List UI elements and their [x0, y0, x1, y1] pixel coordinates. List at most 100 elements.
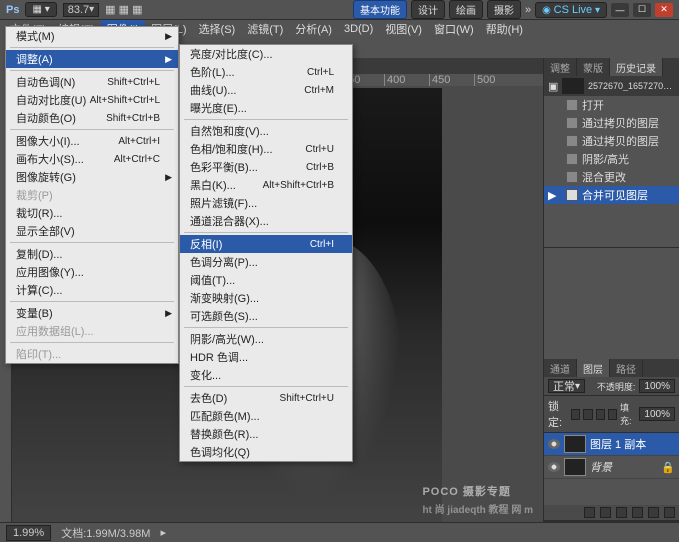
ps-logo: Ps [6, 4, 19, 16]
lock-pixel-icon[interactable] [583, 409, 592, 420]
blend-mode-select[interactable]: 正常 ▾ [548, 379, 585, 393]
mi-auto-contrast[interactable]: 自动对比度(U)Alt+Shift+Ctrl+L [6, 91, 178, 109]
ma-shadows[interactable]: 阴影/高光(W)... [180, 330, 352, 348]
ma-threshold[interactable]: 阈值(T)... [180, 271, 352, 289]
mi-duplicate[interactable]: 复制(D)... [6, 245, 178, 263]
status-arrow-icon[interactable]: ▸ [160, 526, 166, 539]
mi-canvas-size[interactable]: 画布大小(S)...Alt+Ctrl+C [6, 150, 178, 168]
mi-image-size[interactable]: 图像大小(I)...Alt+Ctrl+I [6, 132, 178, 150]
group-icon[interactable] [632, 507, 643, 518]
eye-icon[interactable] [548, 439, 560, 449]
trash-icon[interactable] [664, 507, 675, 518]
mi-crop[interactable]: 裁剪(P) [6, 186, 178, 204]
workspace-basic[interactable]: 基本功能 [353, 0, 407, 19]
lock-all-icon[interactable] [608, 409, 617, 420]
history-item[interactable]: 通过拷贝的图层 [544, 114, 679, 132]
layer-row[interactable]: 图层 1 副本 [544, 433, 679, 456]
ma-bw[interactable]: 黑白(K)...Alt+Shift+Ctrl+B [180, 176, 352, 194]
ma-channel-mixer[interactable]: 通道混合器(X)... [180, 212, 352, 230]
menu-analysis[interactable]: 分析(A) [289, 19, 338, 39]
workspace-paint[interactable]: 绘画 [449, 0, 483, 19]
mi-reveal-all[interactable]: 显示全部(V) [6, 222, 178, 240]
mi-calculations[interactable]: 计算(C)... [6, 281, 178, 299]
tab-paths[interactable]: 路径 [610, 359, 643, 377]
ma-equalize[interactable]: 色调均化(Q) [180, 443, 352, 461]
opacity-field[interactable]: 100% [639, 379, 675, 393]
ma-gradient-map[interactable]: 渐变映射(G)... [180, 289, 352, 307]
layer-copy-icon [566, 135, 578, 147]
mi-auto-tone[interactable]: 自动色调(N)Shift+Ctrl+L [6, 73, 178, 91]
ma-photo-filter[interactable]: 照片滤镜(F)... [180, 194, 352, 212]
ma-replace[interactable]: 替换颜色(R)... [180, 425, 352, 443]
mi-image-rotate[interactable]: 图像旋转(G)▶ [6, 168, 178, 186]
ma-variations[interactable]: 变化... [180, 366, 352, 384]
history-item[interactable]: 混合更改 [544, 168, 679, 186]
ma-selective[interactable]: 可选颜色(S)... [180, 307, 352, 325]
lock-label: 锁定: [548, 398, 568, 430]
history-item[interactable]: 打开 [544, 96, 679, 114]
mi-variables[interactable]: 变量(B)▶ [6, 304, 178, 322]
adjust-icon[interactable] [616, 507, 627, 518]
tab-mask[interactable]: 蒙版 [577, 58, 610, 76]
menu-view[interactable]: 视图(V) [379, 19, 428, 39]
eye-icon[interactable]: ▣ [548, 80, 558, 93]
eye-icon[interactable] [548, 462, 560, 472]
tab-channels[interactable]: 通道 [544, 359, 577, 377]
merge-icon [566, 189, 578, 201]
layer-name: 图层 1 副本 [590, 436, 646, 452]
workspace-design[interactable]: 设计 [411, 0, 445, 19]
ma-levels[interactable]: 色阶(L)...Ctrl+L [180, 63, 352, 81]
ma-bright[interactable]: 亮度/对比度(C)... [180, 45, 352, 63]
ma-exposure[interactable]: 曝光度(E)... [180, 99, 352, 117]
tab-history[interactable]: 历史记录 [610, 58, 663, 76]
mask-icon[interactable] [600, 507, 611, 518]
status-zoom[interactable]: 1.99% [6, 525, 51, 541]
mi-trim[interactable]: 裁切(R)... [6, 204, 178, 222]
mi-mode[interactable]: 模式(M)▶ [6, 27, 178, 45]
window-minimize[interactable]: — [611, 3, 629, 17]
tab-layers[interactable]: 图层 [577, 359, 610, 377]
history-item[interactable]: ▶合并可见图层 [544, 186, 679, 204]
mi-adjust[interactable]: 调整(A)▶ [6, 50, 178, 68]
history-item[interactable]: 通过拷贝的图层 [544, 132, 679, 150]
history-snapshot[interactable]: ▣ 2572670_165727006322_2.jpg [544, 76, 679, 96]
fx-icon[interactable] [584, 507, 595, 518]
window-close[interactable]: ✕ [655, 3, 673, 17]
mini-bridge-icon[interactable]: ▦ ▾ [25, 2, 56, 17]
ma-curves[interactable]: 曲线(U)...Ctrl+M [180, 81, 352, 99]
ma-balance[interactable]: 色彩平衡(B)...Ctrl+B [180, 158, 352, 176]
shadow-icon [566, 153, 578, 165]
cs-live[interactable]: ◉ CS Live ▾ [535, 2, 607, 18]
new-layer-icon[interactable] [648, 507, 659, 518]
fill-field[interactable]: 100% [639, 407, 675, 421]
ma-desaturate[interactable]: 去色(D)Shift+Ctrl+U [180, 389, 352, 407]
ma-posterize[interactable]: 色调分离(P)... [180, 253, 352, 271]
ma-match[interactable]: 匹配颜色(M)... [180, 407, 352, 425]
menu-filter[interactable]: 滤镜(T) [241, 19, 289, 39]
view-tools[interactable]: ▦ ▦ ▦ [105, 3, 142, 16]
tab-adjust[interactable]: 调整 [544, 58, 577, 76]
ma-invert[interactable]: 反相(I)Ctrl+I [180, 235, 352, 253]
zoom-field[interactable]: 83.7 ▾ [63, 3, 99, 17]
history-item[interactable]: 阴影/高光 [544, 150, 679, 168]
mi-trap[interactable]: 陷印(T)... [6, 345, 178, 363]
blend-icon [566, 171, 578, 183]
lock-pos-icon[interactable] [596, 409, 605, 420]
window-maximize[interactable]: ☐ [633, 3, 651, 17]
tab-overflow[interactable]: » [525, 4, 531, 16]
snapshot-thumb [562, 78, 584, 94]
mi-apply-image[interactable]: 应用图像(Y)... [6, 263, 178, 281]
mi-apply-data[interactable]: 应用数据组(L)... [6, 322, 178, 340]
menu-window[interactable]: 窗口(W) [428, 19, 480, 39]
ma-hdr[interactable]: HDR 色调... [180, 348, 352, 366]
lock-trans-icon[interactable] [571, 409, 580, 420]
workspace-photo[interactable]: 摄影 [487, 0, 521, 19]
menu-3d[interactable]: 3D(D) [338, 21, 379, 37]
layer-row[interactable]: 背景 🔒 [544, 456, 679, 479]
menu-help[interactable]: 帮助(H) [480, 19, 529, 39]
ma-vibrance[interactable]: 自然饱和度(V)... [180, 122, 352, 140]
mi-auto-color[interactable]: 自动颜色(O)Shift+Ctrl+B [6, 109, 178, 127]
menu-select[interactable]: 选择(S) [193, 19, 242, 39]
ma-hue[interactable]: 色相/饱和度(H)...Ctrl+U [180, 140, 352, 158]
open-icon [566, 99, 578, 111]
